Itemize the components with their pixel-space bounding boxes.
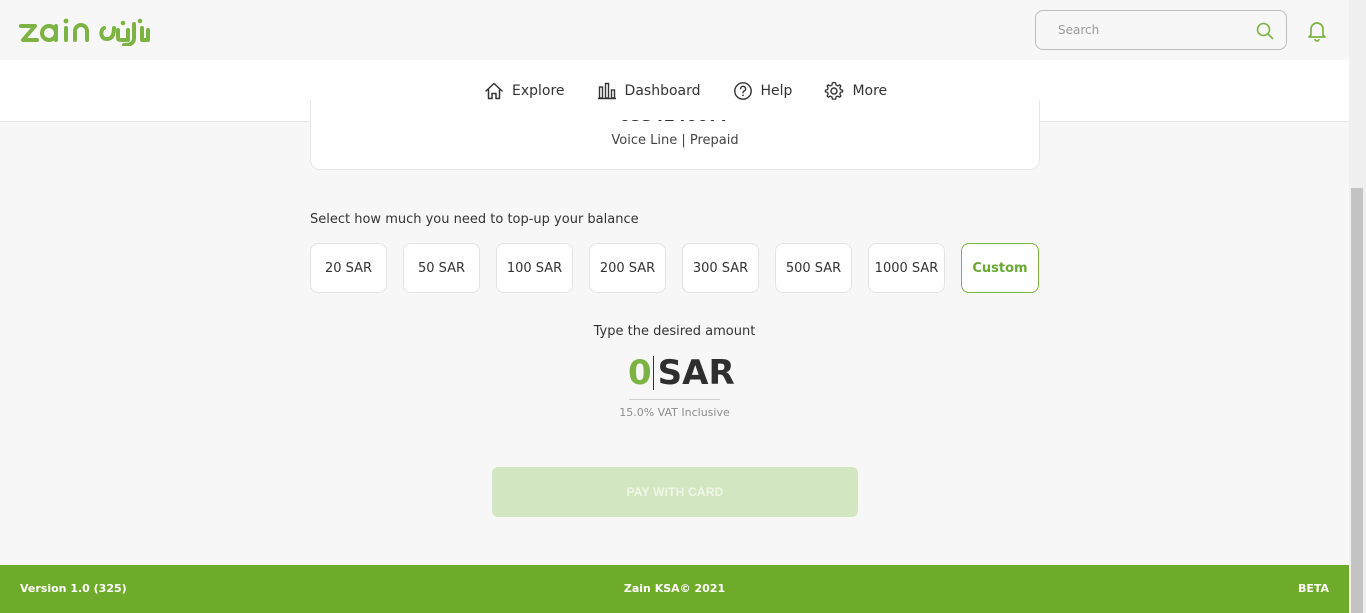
amount-option-custom[interactable]: Custom <box>961 243 1039 293</box>
notification-bell-icon[interactable] <box>1305 18 1329 42</box>
home-icon <box>485 82 503 100</box>
line-info-card: 0534240077 Voice Line | Prepaid <box>310 100 1040 170</box>
nav-item-label: Explore <box>512 83 565 99</box>
zain-logo[interactable] <box>18 14 158 48</box>
text-caret <box>652 356 654 390</box>
amount-option-50[interactable]: 50 SAR <box>403 243 480 293</box>
search-icon[interactable] <box>1256 22 1274 44</box>
topup-select-label: Select how much you need to top-up your … <box>310 212 639 227</box>
custom-amount-label: Type the desired amount <box>593 324 756 339</box>
amount-value[interactable]: 0 <box>628 353 652 393</box>
search-box[interactable] <box>1035 10 1287 50</box>
amount-option-100[interactable]: 100 SAR <box>496 243 573 293</box>
beta-badge: BETA <box>1297 582 1329 595</box>
pay-with-card-button[interactable]: PAY WITH CARD <box>492 467 858 517</box>
gear-icon <box>825 81 844 100</box>
amount-option-300[interactable]: 300 SAR <box>682 243 759 293</box>
nav-item-label: Dashboard <box>624 83 701 99</box>
bar-chart-icon <box>597 82 616 100</box>
line-type: Voice Line | Prepaid <box>611 133 739 148</box>
amount-option-500[interactable]: 500 SAR <box>775 243 852 293</box>
nav-item-explore[interactable]: Explore <box>484 80 565 102</box>
top-bar <box>0 0 1349 60</box>
vertical-scrollbar[interactable] <box>1349 0 1366 613</box>
nav-item-help[interactable]: Help <box>733 80 793 102</box>
nav-item-label: Help <box>760 83 793 99</box>
amount-options: 20 SAR 50 SAR 100 SAR 200 SAR 300 SAR 50… <box>310 243 1039 293</box>
amount-underline <box>629 399 720 400</box>
copyright-text: Zain KSA© 2021 <box>623 582 726 595</box>
amount-option-20[interactable]: 20 SAR <box>310 243 387 293</box>
nav-item-more[interactable]: More <box>824 80 887 102</box>
vat-note: 15.0% VAT Inclusive <box>619 406 730 419</box>
custom-amount-input[interactable]: 0 SAR <box>628 352 735 394</box>
nav-item-dashboard[interactable]: Dashboard <box>597 80 701 102</box>
line-number: 0534240077 <box>619 106 731 125</box>
amount-option-200[interactable]: 200 SAR <box>589 243 666 293</box>
footer: Version 1.0 (325) Zain KSA© 2021 BETA <box>0 565 1349 613</box>
amount-option-1000[interactable]: 1000 SAR <box>868 243 945 293</box>
amount-currency: SAR <box>657 353 735 393</box>
nav-item-label: More <box>852 83 888 99</box>
search-input[interactable] <box>1058 23 1248 37</box>
help-circle-icon <box>733 82 752 100</box>
scrollbar-thumb[interactable] <box>1351 188 1363 613</box>
